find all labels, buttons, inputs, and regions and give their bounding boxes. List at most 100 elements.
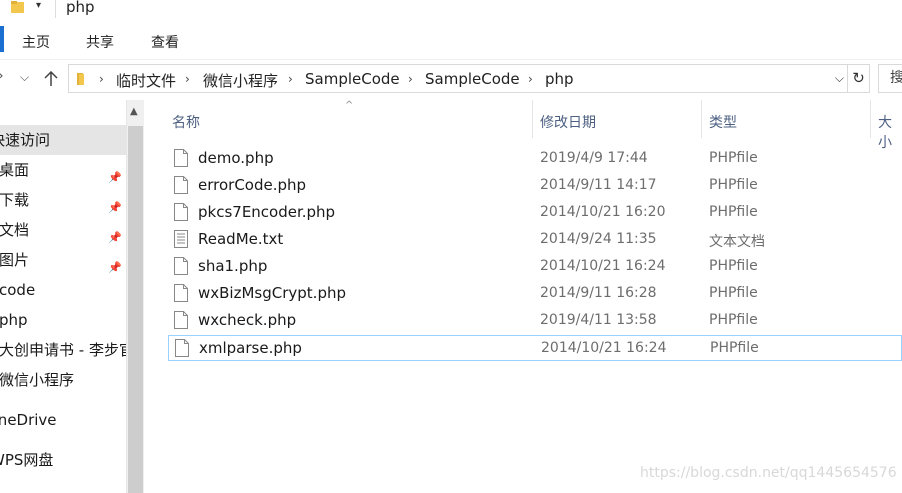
sort-ascending-icon: ^ bbox=[345, 100, 354, 111]
sidebar-item-pictures[interactable]: 图片 📌 bbox=[0, 245, 126, 275]
sidebar-item-label: 文档 bbox=[0, 221, 30, 239]
sidebar-scrollbar[interactable]: ▲ bbox=[126, 100, 144, 493]
file-type: PHPfile bbox=[709, 285, 758, 301]
blank-file-icon bbox=[174, 257, 188, 275]
forward-arrow-icon[interactable]: › bbox=[0, 68, 4, 84]
table-row[interactable]: demo.php 2019/4/9 17:44 PHPfile bbox=[168, 146, 902, 172]
chevron-down-icon[interactable]: ⌵ bbox=[20, 70, 29, 85]
address-bar[interactable]: › 临时文件 › 微信小程序 › SampleCode › SampleCode… bbox=[68, 64, 848, 93]
file-list: ^ 名称 修改日期 类型 大小 demo.php 2019/4/9 17:44 … bbox=[145, 100, 902, 493]
up-arrow-icon[interactable] bbox=[44, 71, 58, 87]
blank-file-icon bbox=[174, 176, 188, 194]
navigation-bar: › ⌵ › 临时文件 › 微信小程序 › SampleCode › Sample… bbox=[0, 60, 902, 98]
column-divider[interactable] bbox=[701, 100, 702, 138]
file-type: PHPfile bbox=[710, 340, 759, 356]
tab-home[interactable]: 主页 bbox=[22, 32, 50, 52]
file-modified: 2019/4/11 13:58 bbox=[540, 312, 657, 328]
breadcrumb-item[interactable]: php bbox=[545, 70, 574, 88]
navigation-pane: 快速访问 桌面 📌 下载 📌 文档 📌 图片 📌 code php 大创申请书 … bbox=[0, 100, 126, 493]
breadcrumb-item[interactable]: SampleCode bbox=[425, 70, 520, 88]
sidebar-item-desktop[interactable]: 桌面 📌 bbox=[0, 155, 126, 185]
file-type: PHPfile bbox=[709, 177, 758, 193]
file-name: errorCode.php bbox=[198, 176, 307, 194]
blank-file-icon bbox=[174, 284, 188, 302]
sidebar-item-downloads[interactable]: 下载 📌 bbox=[0, 185, 126, 215]
file-modified: 2019/4/9 17:44 bbox=[540, 150, 648, 166]
table-row[interactable]: xmlparse.php 2014/10/21 16:24 PHPfile bbox=[168, 335, 902, 361]
scroll-up-icon[interactable]: ▲ bbox=[130, 106, 138, 117]
sidebar-item-label: WPS网盘 bbox=[0, 451, 54, 469]
file-name: xmlparse.php bbox=[199, 339, 302, 357]
refresh-icon[interactable]: ↻ bbox=[848, 64, 870, 93]
file-modified: 2014/10/21 16:24 bbox=[540, 258, 666, 274]
table-row[interactable]: wxcheck.php 2019/4/11 13:58 PHPfile bbox=[168, 308, 902, 334]
tab-view[interactable]: 查看 bbox=[151, 32, 179, 52]
ribbon-tabs: 主页 共享 查看 bbox=[0, 20, 902, 60]
sidebar-item-code[interactable]: code bbox=[0, 275, 126, 305]
table-row[interactable]: ReadMe.txt 2014/9/24 11:35 文本文档 bbox=[168, 227, 902, 253]
address-history-dropdown-icon[interactable]: ⌵ bbox=[835, 71, 844, 86]
file-name: wxcheck.php bbox=[198, 311, 297, 329]
sidebar-item-wechat-miniprogram[interactable]: 微信小程序 bbox=[0, 365, 126, 395]
file-modified: 2014/10/21 16:24 bbox=[541, 340, 667, 356]
column-divider[interactable] bbox=[532, 100, 533, 138]
file-modified: 2014/10/21 16:20 bbox=[540, 204, 666, 220]
breadcrumb-item[interactable]: 临时文件 bbox=[116, 70, 176, 91]
sidebar-item-application[interactable]: 大创申请书 - 李步官 bbox=[0, 335, 126, 365]
file-name: demo.php bbox=[198, 149, 274, 167]
scrollbar-thumb[interactable] bbox=[128, 126, 143, 493]
column-divider[interactable] bbox=[870, 100, 871, 138]
blank-file-icon bbox=[174, 203, 188, 221]
sidebar-item-php[interactable]: php bbox=[0, 305, 126, 335]
breadcrumb-item[interactable]: 微信小程序 bbox=[203, 70, 278, 91]
title-bar: ▾ php bbox=[0, 0, 902, 20]
tab-share[interactable]: 共享 bbox=[86, 32, 114, 52]
table-row[interactable]: pkcs7Encoder.php 2014/10/21 16:20 PHPfil… bbox=[168, 200, 902, 226]
watermark-text: https://blog.csdn.net/qq1445654576 bbox=[640, 465, 897, 481]
sidebar-item-label: 下载 bbox=[0, 191, 30, 209]
sidebar-item-label: 快速访问 bbox=[0, 131, 51, 149]
file-modified: 2014/9/24 11:35 bbox=[540, 231, 657, 247]
column-header-type[interactable]: 类型 bbox=[709, 112, 737, 132]
file-tab-accent[interactable] bbox=[0, 26, 4, 52]
file-name: pkcs7Encoder.php bbox=[198, 203, 336, 221]
folder-icon bbox=[11, 1, 24, 13]
table-row[interactable]: errorCode.php 2014/9/11 14:17 PHPfile bbox=[168, 173, 902, 199]
blank-file-icon bbox=[174, 149, 188, 167]
file-modified: 2014/9/11 14:17 bbox=[540, 177, 657, 193]
sidebar-item-label: 桌面 bbox=[0, 161, 30, 179]
file-name: sha1.php bbox=[198, 257, 268, 275]
file-modified: 2014/9/11 16:28 bbox=[540, 285, 657, 301]
file-type: PHPfile bbox=[709, 258, 758, 274]
breadcrumb-separator-icon[interactable]: › bbox=[528, 72, 533, 86]
file-name: wxBizMsgCrypt.php bbox=[198, 284, 346, 302]
search-input[interactable]: 搜 bbox=[878, 64, 902, 93]
quick-access-toolbar-dropdown-icon[interactable]: ▾ bbox=[36, 0, 41, 11]
sidebar-item-label: 微信小程序 bbox=[0, 371, 75, 389]
breadcrumb-separator-icon[interactable]: › bbox=[185, 72, 190, 86]
breadcrumb-separator-icon[interactable]: › bbox=[99, 72, 104, 86]
breadcrumb-separator-icon[interactable]: › bbox=[288, 72, 293, 86]
text-file-icon bbox=[174, 230, 188, 248]
sidebar-item-wps-drive[interactable]: WPS网盘 bbox=[0, 445, 126, 475]
table-row[interactable]: wxBizMsgCrypt.php 2014/9/11 16:28 PHPfil… bbox=[168, 281, 902, 307]
sidebar-item-onedrive[interactable]: OneDrive bbox=[0, 405, 126, 435]
window-title: php bbox=[66, 0, 95, 16]
table-row[interactable]: sha1.php 2014/10/21 16:24 PHPfile bbox=[168, 254, 902, 280]
sidebar-item-label: php bbox=[0, 311, 28, 329]
file-type: 文本文档 bbox=[709, 234, 765, 250]
sidebar-item-documents[interactable]: 文档 📌 bbox=[0, 215, 126, 245]
sidebar-item-label: OneDrive bbox=[0, 411, 57, 429]
file-name: ReadMe.txt bbox=[198, 230, 284, 248]
title-divider bbox=[55, 0, 56, 18]
blank-file-icon bbox=[175, 339, 189, 357]
sidebar-item-quick-access[interactable]: 快速访问 bbox=[0, 125, 126, 155]
file-type: PHPfile bbox=[709, 150, 758, 166]
column-header-modified[interactable]: 修改日期 bbox=[540, 112, 596, 132]
file-type: PHPfile bbox=[709, 312, 758, 328]
sidebar-item-label: 图片 bbox=[0, 251, 30, 269]
file-type: PHPfile bbox=[709, 204, 758, 220]
breadcrumb-item[interactable]: SampleCode bbox=[305, 70, 400, 88]
breadcrumb-separator-icon[interactable]: › bbox=[408, 72, 413, 86]
column-header-name[interactable]: 名称 bbox=[172, 112, 200, 132]
